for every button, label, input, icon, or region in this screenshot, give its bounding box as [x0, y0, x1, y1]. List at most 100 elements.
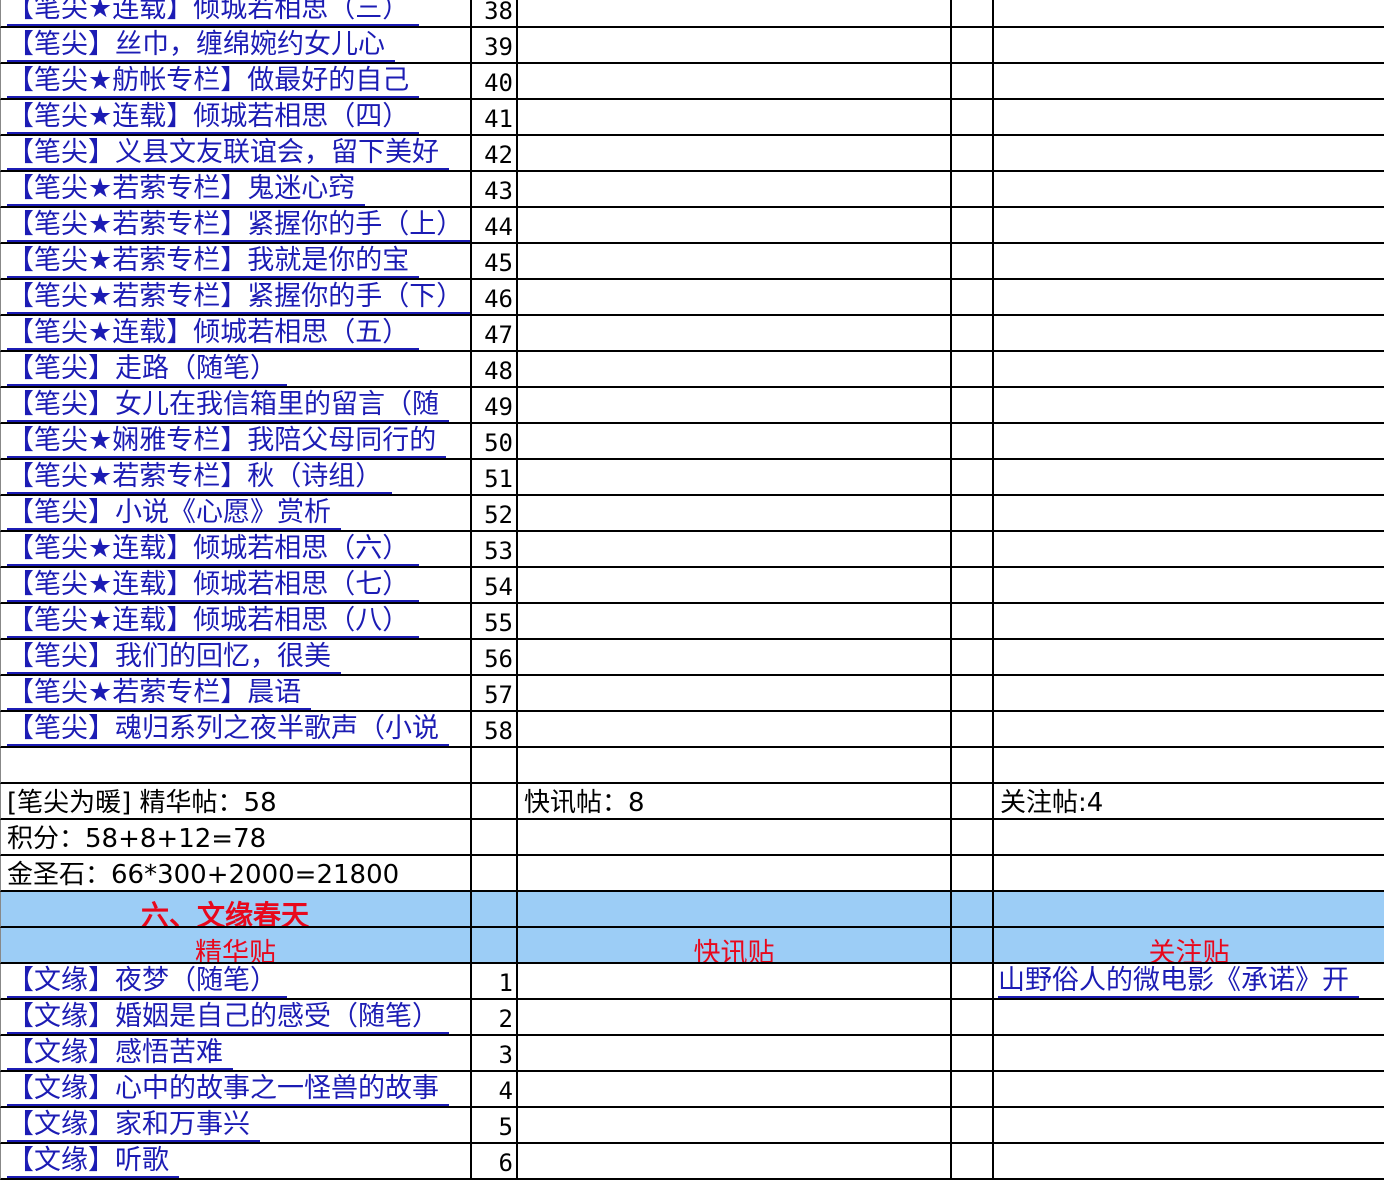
cell[interactable]: [994, 208, 1384, 244]
cell[interactable]: [472, 856, 518, 892]
post-title-cell[interactable]: 【文缘】夜梦（随笔）: [0, 964, 472, 1000]
cell[interactable]: [518, 460, 952, 496]
post-title-link[interactable]: 【笔尖★若萦专栏】紧握你的手（下）: [7, 282, 470, 314]
cell[interactable]: [952, 352, 994, 388]
cell[interactable]: [518, 388, 952, 424]
post-title-cell[interactable]: 【文缘】心中的故事之一怪兽的故事: [0, 1072, 472, 1108]
post-title-link[interactable]: 【笔尖★舫帐专栏】做最好的自己: [7, 66, 420, 98]
stones-cell[interactable]: 金圣石：66*300+2000=21800: [0, 856, 472, 892]
cell[interactable]: [518, 748, 952, 784]
post-title-link[interactable]: 【笔尖★若萦专栏】紧握你的手（上）: [7, 210, 470, 242]
cell[interactable]: [994, 640, 1384, 676]
post-number-cell[interactable]: 38: [472, 0, 518, 28]
cell[interactable]: [952, 244, 994, 280]
post-number-cell[interactable]: 2: [472, 1000, 518, 1036]
cell[interactable]: [994, 496, 1384, 532]
cell[interactable]: [952, 136, 994, 172]
post-title-link[interactable]: 【笔尖★娴雅专栏】我陪父母同行的: [7, 426, 447, 458]
post-title-cell[interactable]: 【笔尖】我们的回忆，很美: [0, 640, 472, 676]
cell[interactable]: [994, 712, 1384, 748]
cell[interactable]: [952, 280, 994, 316]
post-title-cell[interactable]: 【笔尖★若萦专栏】鬼迷心窍: [0, 172, 472, 208]
post-number-cell[interactable]: 42: [472, 136, 518, 172]
post-title-link[interactable]: 【笔尖】我们的回忆，很美: [7, 642, 341, 674]
cell[interactable]: [518, 640, 952, 676]
cell[interactable]: [518, 424, 952, 460]
guanzhu-count-cell[interactable]: 关注帖:4: [994, 784, 1384, 820]
cell[interactable]: [994, 244, 1384, 280]
cell[interactable]: [518, 856, 952, 892]
cell[interactable]: [952, 496, 994, 532]
cell[interactable]: [952, 388, 994, 424]
post-title-link[interactable]: 【文缘】家和万事兴: [7, 1110, 260, 1142]
post-title-cell[interactable]: 【笔尖】女儿在我信箱里的留言（随: [0, 388, 472, 424]
cell[interactable]: [518, 568, 952, 604]
cell[interactable]: [994, 676, 1384, 712]
section-title-cell[interactable]: 六、文缘春天: [0, 892, 472, 928]
post-number-cell[interactable]: 39: [472, 28, 518, 64]
post-title-cell[interactable]: 【笔尖★舫帐专栏】做最好的自己: [0, 64, 472, 100]
cell[interactable]: [518, 604, 952, 640]
post-number-cell[interactable]: 3: [472, 1036, 518, 1072]
cell[interactable]: [994, 352, 1384, 388]
post-title-link[interactable]: 【笔尖★连载】倾城若相思（八）: [7, 606, 420, 638]
cell[interactable]: [994, 28, 1384, 64]
post-title-link[interactable]: 【笔尖】小说《心愿》赏析: [7, 498, 341, 530]
post-title-link[interactable]: 【笔尖★若萦专栏】鬼迷心窍: [7, 174, 366, 206]
cell[interactable]: [518, 28, 952, 64]
header-jinghua-cell[interactable]: 精华贴: [0, 928, 472, 964]
post-title-link[interactable]: 【文缘】听歌: [7, 1146, 179, 1178]
cell[interactable]: [518, 1072, 952, 1108]
post-title-cell[interactable]: 【笔尖★若萦专栏】我就是你的宝: [0, 244, 472, 280]
post-number-cell[interactable]: 53: [472, 532, 518, 568]
post-title-link[interactable]: 【笔尖★连载】倾城若相思（四）: [7, 102, 420, 134]
post-title-cell[interactable]: 【笔尖★连载】倾城若相思（五）: [0, 316, 472, 352]
post-title-cell[interactable]: 【笔尖】丝巾，缠绵婉约女儿心: [0, 28, 472, 64]
post-title-cell[interactable]: 【笔尖★连载】倾城若相思（四）: [0, 100, 472, 136]
post-number-cell[interactable]: 55: [472, 604, 518, 640]
cell[interactable]: [994, 604, 1384, 640]
post-title-cell[interactable]: 【笔尖★若萦专栏】晨语: [0, 676, 472, 712]
post-title-link[interactable]: 【文缘】感悟苦难: [7, 1038, 233, 1070]
post-number-cell[interactable]: 56: [472, 640, 518, 676]
header-guanzhu-cell[interactable]: 关注贴: [994, 928, 1384, 964]
cell[interactable]: [518, 136, 952, 172]
cell[interactable]: [952, 676, 994, 712]
post-number-cell[interactable]: 1: [472, 964, 518, 1000]
kuaixun-count-cell[interactable]: 快讯帖：8: [518, 784, 952, 820]
post-number-cell[interactable]: 54: [472, 568, 518, 604]
post-title-cell[interactable]: 【笔尖★连载】倾城若相思（八）: [0, 604, 472, 640]
post-title-cell[interactable]: 【笔尖★娴雅专栏】我陪父母同行的: [0, 424, 472, 460]
header-kuaixun-cell[interactable]: 快讯贴: [518, 928, 952, 964]
cell[interactable]: [952, 856, 994, 892]
cell[interactable]: [472, 928, 518, 964]
cell[interactable]: [952, 820, 994, 856]
cell[interactable]: [994, 856, 1384, 892]
cell[interactable]: [518, 532, 952, 568]
cell[interactable]: [994, 172, 1384, 208]
post-title-link[interactable]: 【笔尖★若萦专栏】秋（诗组）: [7, 462, 393, 494]
cell[interactable]: [952, 1108, 994, 1144]
post-number-cell[interactable]: 6: [472, 1144, 518, 1180]
cell[interactable]: [994, 1072, 1384, 1108]
post-number-cell[interactable]: 43: [472, 172, 518, 208]
cell[interactable]: [518, 676, 952, 712]
cell[interactable]: [472, 784, 518, 820]
cell[interactable]: [994, 532, 1384, 568]
post-title-link[interactable]: 【文缘】婚姻是自己的感受（随笔）: [7, 1002, 449, 1034]
post-number-cell[interactable]: 57: [472, 676, 518, 712]
guanzhu-post-link[interactable]: 山野俗人的微电影《承诺》开: [998, 966, 1359, 998]
cell[interactable]: [518, 820, 952, 856]
post-title-link[interactable]: 【笔尖】魂归系列之夜半歌声（小说: [7, 714, 449, 746]
cell[interactable]: [518, 964, 952, 1000]
post-number-cell[interactable]: 58: [472, 712, 518, 748]
post-title-cell[interactable]: 【笔尖】小说《心愿》赏析: [0, 496, 472, 532]
post-title-cell[interactable]: 【笔尖★若萦专栏】紧握你的手（上）: [0, 208, 472, 244]
cell[interactable]: [994, 892, 1384, 928]
cell[interactable]: [994, 1036, 1384, 1072]
cell[interactable]: [952, 964, 994, 1000]
cell[interactable]: [952, 28, 994, 64]
cell[interactable]: [472, 820, 518, 856]
post-number-cell[interactable]: 5: [472, 1108, 518, 1144]
cell[interactable]: [994, 568, 1384, 604]
